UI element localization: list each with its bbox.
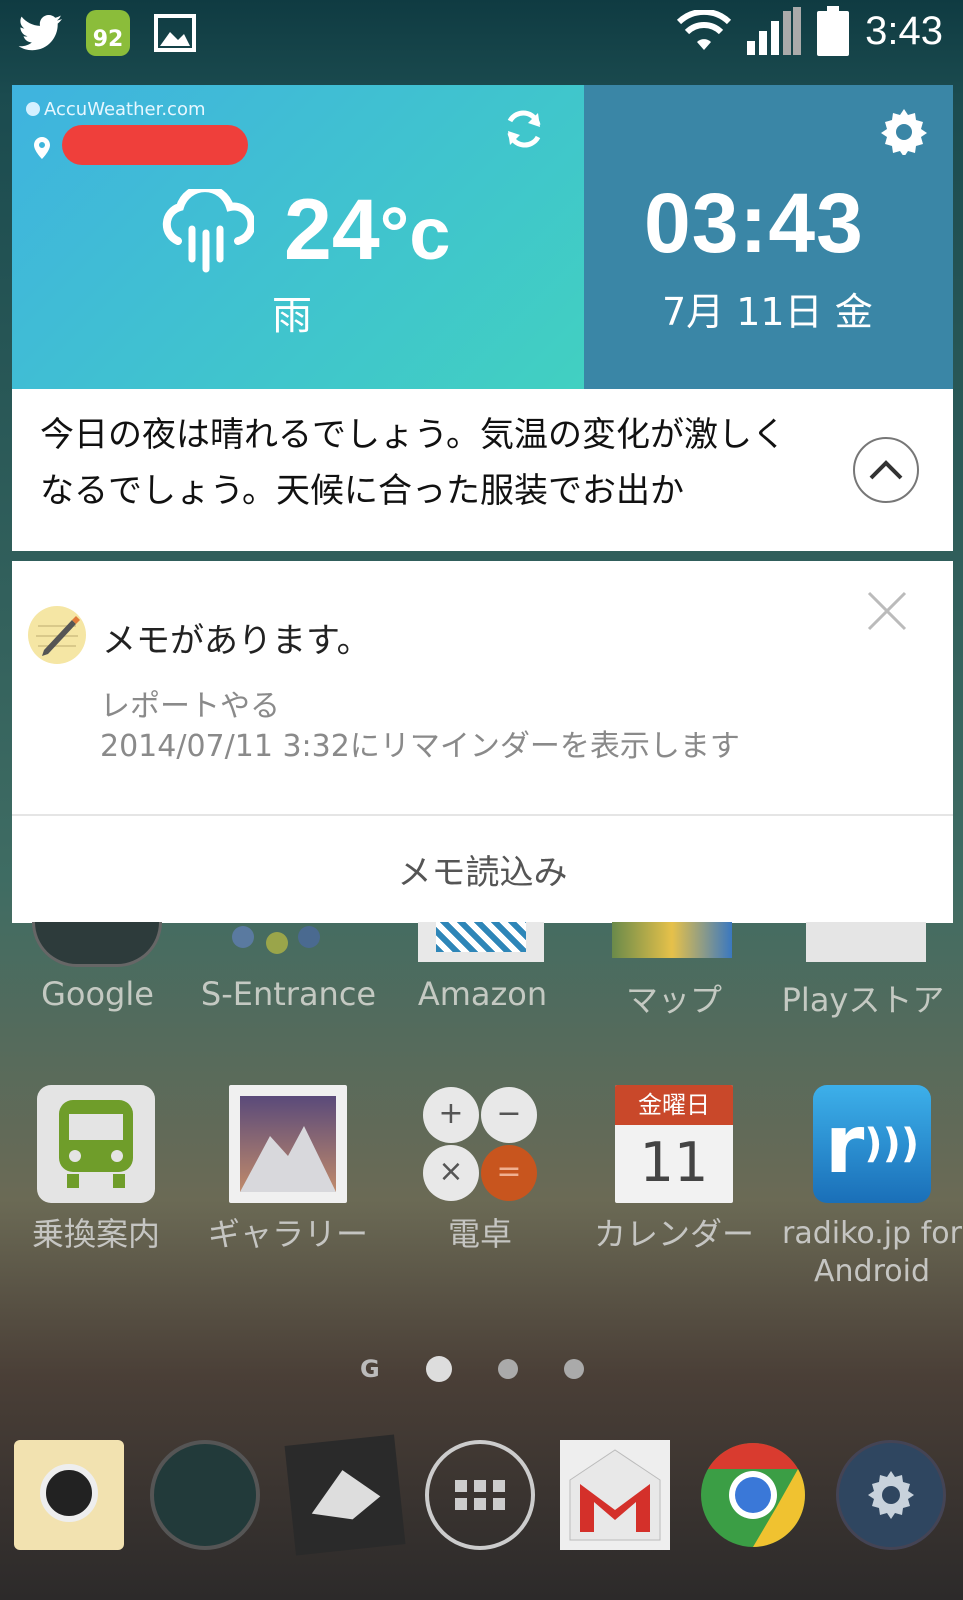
temperature: 24°c	[284, 181, 450, 280]
app-radiko[interactable]: r))) radiko.jp for Android	[782, 1085, 962, 1291]
collapse-button[interactable]	[853, 437, 919, 503]
settings-gear-icon[interactable]	[881, 109, 927, 155]
page-indicator[interactable]: G	[360, 1355, 584, 1383]
brand-label: AccuWeather.com	[44, 99, 206, 120]
app-label-gallery: ギャラリー	[208, 1215, 369, 1253]
app-label-play-store: Playストア	[781, 981, 945, 1019]
page-dot[interactable]	[497, 1359, 518, 1379]
app-label-maps: マップ	[625, 981, 722, 1019]
maps-icon[interactable]	[612, 922, 732, 958]
dock	[0, 1434, 963, 1570]
image-icon	[154, 14, 196, 52]
forecast-panel: 今日の夜は晴れるでしょう。気温の変化が激しくなるでしょう。天候に合った服装でお出…	[12, 389, 953, 551]
status-bar: 92 3:43	[0, 0, 963, 76]
weather-condition: 雨	[272, 293, 312, 339]
temperature-value: 24	[284, 182, 380, 278]
calendar-icon: 金曜日 11	[615, 1085, 733, 1203]
calendar-day: 11	[639, 1131, 709, 1194]
battery-icon	[817, 6, 850, 56]
gmail-icon[interactable]	[560, 1440, 670, 1550]
app-label-calendar: カレンダー	[593, 1215, 754, 1253]
gallery-icon	[229, 1085, 347, 1203]
amazon-icon[interactable]	[418, 922, 544, 962]
status-time: 3:43	[865, 8, 943, 53]
s-entrance-icon[interactable]	[222, 922, 332, 958]
memo-subtitle: レポートやる	[100, 689, 280, 724]
memo-title: メモがあります。	[102, 621, 371, 661]
accuweather-brand: AccuWeather.com	[26, 99, 206, 120]
accuweather-logo-icon	[26, 102, 40, 116]
app-label-amazon: Amazon	[417, 975, 548, 1013]
app-calculator[interactable]: + − × = 電卓	[400, 1085, 560, 1253]
widget-date: 7月 11日 金	[662, 290, 873, 334]
app-label-calculator: 電卓	[447, 1215, 512, 1253]
paper-crane-app-icon[interactable]	[284, 1434, 406, 1556]
load-memo-button[interactable]: メモ読込み	[12, 816, 953, 923]
badge-count: 92	[92, 27, 124, 52]
app-transit[interactable]: 乗換案内	[16, 1085, 176, 1253]
radiko-icon: r)))	[813, 1085, 931, 1203]
chrome-icon[interactable]	[698, 1440, 808, 1550]
notification-icons: 92	[18, 10, 196, 56]
signal-icon	[747, 7, 802, 55]
app-label-radiko: radiko.jp for Android	[782, 1216, 962, 1289]
calculator-icon: + − × =	[421, 1085, 539, 1203]
camera-app-icon[interactable]	[14, 1440, 124, 1550]
memo-notification[interactable]: メモがあります。 レポートやる 2014/07/11 3:32にリマインダーを表…	[12, 561, 953, 923]
forecast-text: 今日の夜は晴れるでしょう。気温の変化が激しくなるでしょう。天候に合った服装でお出…	[40, 415, 786, 511]
page-dot-active[interactable]	[425, 1356, 452, 1382]
page-dot[interactable]	[563, 1359, 584, 1379]
settings-app-icon[interactable]	[836, 1440, 946, 1550]
play-store-icon[interactable]	[806, 922, 926, 962]
app-gallery[interactable]: ギャラリー	[208, 1085, 368, 1253]
close-icon[interactable]	[867, 591, 907, 631]
twitter-icon	[18, 15, 62, 51]
android-badge-icon: 92	[86, 10, 130, 56]
wifi-icon	[677, 10, 732, 50]
app-label-transit: 乗換案内	[31, 1215, 160, 1253]
redacted-location	[62, 125, 248, 165]
google-folder-icon[interactable]	[32, 922, 162, 967]
temperature-unit: °c	[379, 192, 451, 275]
app-drawer-icon[interactable]	[425, 1440, 535, 1550]
location-pin-icon	[34, 137, 50, 159]
memo-reminder-text: 2014/07/11 3:32にリマインダーを表示します	[100, 729, 740, 764]
contacts-folder-icon[interactable]	[150, 1440, 260, 1550]
app-label-google: Google	[41, 975, 154, 1013]
weather-panel[interactable]: AccuWeather.com 24°c 雨	[12, 85, 584, 389]
clock-panel[interactable]: 03:43 7月 11日 金	[584, 85, 953, 389]
calendar-weekday: 金曜日	[615, 1085, 733, 1125]
chevron-up-icon	[869, 460, 903, 480]
weather-widget[interactable]: AccuWeather.com 24°c 雨 03:43 7月 11日 金	[12, 85, 953, 389]
widget-clock: 03:43	[644, 176, 864, 270]
memo-app-icon	[28, 606, 86, 664]
rain-cloud-icon	[162, 189, 254, 273]
pencil-icon	[36, 616, 80, 656]
g-page-icon[interactable]: G	[360, 1355, 380, 1383]
app-calendar[interactable]: 金曜日 11 カレンダー	[594, 1085, 754, 1253]
refresh-icon[interactable]	[502, 107, 546, 151]
train-icon	[37, 1085, 155, 1203]
app-label-s-entrance: S-Entrance	[200, 975, 377, 1013]
